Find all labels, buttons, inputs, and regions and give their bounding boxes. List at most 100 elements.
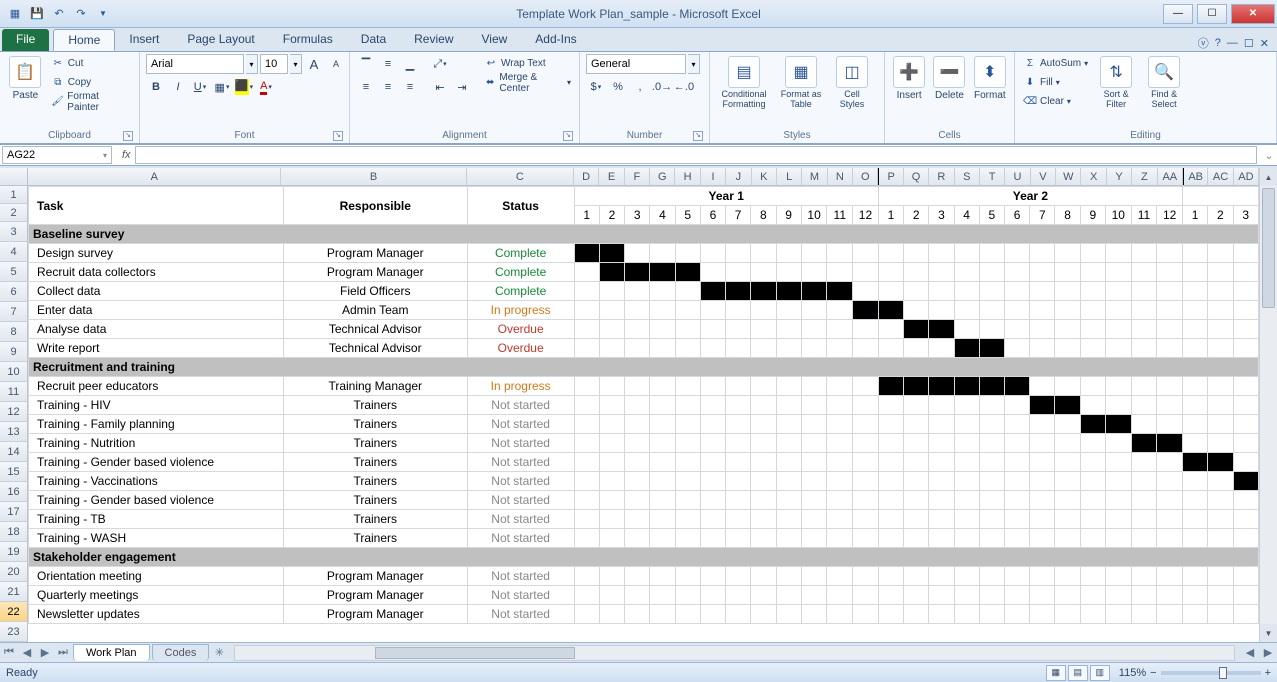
- gantt-cell[interactable]: [625, 377, 650, 396]
- gantt-cell[interactable]: [700, 434, 725, 453]
- col-header-H[interactable]: H: [675, 168, 700, 185]
- table-row[interactable]: Analyse dataTechnical AdvisorOverdue: [29, 320, 1259, 339]
- gantt-cell[interactable]: [751, 529, 776, 548]
- font-dialog-icon[interactable]: ↘: [333, 131, 343, 141]
- gantt-cell[interactable]: [700, 453, 725, 472]
- scroll-down-icon[interactable]: ▼: [1260, 624, 1277, 642]
- gantt-cell[interactable]: [1233, 301, 1259, 320]
- gantt-cell[interactable]: [1105, 586, 1131, 605]
- table-row[interactable]: Training - Family planningTrainersNot st…: [29, 415, 1259, 434]
- col-header-B[interactable]: B: [281, 168, 466, 185]
- gantt-cell[interactable]: [904, 472, 929, 491]
- gantt-cell[interactable]: [1131, 377, 1157, 396]
- gantt-cell[interactable]: [801, 320, 827, 339]
- gantt-cell[interactable]: [1157, 320, 1183, 339]
- gantt-cell[interactable]: [827, 396, 853, 415]
- gantt-cell[interactable]: [599, 472, 624, 491]
- minimize-ribbon-icon[interactable]: ⓥ: [1198, 35, 1209, 51]
- gantt-cell[interactable]: [979, 339, 1004, 358]
- format-painter-button[interactable]: 🖌Format Painter: [49, 92, 133, 111]
- gantt-cell[interactable]: [827, 605, 853, 624]
- gantt-cell[interactable]: [751, 567, 776, 586]
- gantt-cell[interactable]: [979, 320, 1004, 339]
- comma-button[interactable]: ,: [630, 77, 650, 97]
- workbook-restore-icon[interactable]: ☐: [1244, 37, 1254, 50]
- gantt-cell[interactable]: [776, 339, 801, 358]
- gantt-cell[interactable]: [776, 282, 801, 301]
- gantt-cell[interactable]: [751, 586, 776, 605]
- gantt-cell[interactable]: [853, 339, 879, 358]
- gantt-cell[interactable]: [1080, 263, 1105, 282]
- gantt-cell[interactable]: [1157, 510, 1183, 529]
- gantt-cell[interactable]: [1208, 244, 1233, 263]
- gantt-cell[interactable]: [1080, 605, 1105, 624]
- col-header-E[interactable]: E: [599, 168, 624, 185]
- gantt-cell[interactable]: [801, 605, 827, 624]
- gantt-cell[interactable]: [1005, 339, 1030, 358]
- gantt-cell[interactable]: [1233, 415, 1259, 434]
- gantt-cell[interactable]: [776, 396, 801, 415]
- col-header-N[interactable]: N: [828, 168, 853, 185]
- gantt-cell[interactable]: [751, 244, 776, 263]
- gantt-cell[interactable]: [1105, 377, 1131, 396]
- gantt-cell[interactable]: [1183, 244, 1208, 263]
- gantt-cell[interactable]: [929, 472, 954, 491]
- gantt-cell[interactable]: [751, 396, 776, 415]
- gantt-cell[interactable]: [1233, 434, 1259, 453]
- gantt-cell[interactable]: [599, 586, 624, 605]
- gantt-cell[interactable]: [1233, 491, 1259, 510]
- cell-responsible[interactable]: Trainers: [283, 472, 467, 491]
- gantt-cell[interactable]: [1105, 510, 1131, 529]
- gantt-cell[interactable]: [878, 586, 903, 605]
- number-format-dropdown-icon[interactable]: ▾: [688, 54, 700, 74]
- gantt-cell[interactable]: [979, 510, 1004, 529]
- gantt-cell[interactable]: [827, 491, 853, 510]
- gantt-cell[interactable]: [1005, 605, 1030, 624]
- shrink-font-button[interactable]: A: [326, 54, 346, 74]
- table-row[interactable]: Training - Gender based violenceTrainers…: [29, 491, 1259, 510]
- gantt-cell[interactable]: [700, 491, 725, 510]
- gantt-cell[interactable]: [776, 434, 801, 453]
- gantt-cell[interactable]: [853, 434, 879, 453]
- gantt-cell[interactable]: [827, 415, 853, 434]
- gantt-cell[interactable]: [1208, 529, 1233, 548]
- cell-task[interactable]: Collect data: [29, 282, 284, 301]
- redo-icon[interactable]: ↷: [72, 5, 90, 23]
- gantt-cell[interactable]: [904, 339, 929, 358]
- vscroll-thumb[interactable]: [1262, 188, 1275, 308]
- gantt-cell[interactable]: [751, 605, 776, 624]
- gantt-cell[interactable]: [1131, 301, 1157, 320]
- gantt-cell[interactable]: [1105, 567, 1131, 586]
- gantt-cell[interactable]: [700, 377, 725, 396]
- cell-task[interactable]: Training - HIV: [29, 396, 284, 415]
- increase-indent-button[interactable]: ⇥: [452, 77, 472, 97]
- gantt-cell[interactable]: [1055, 320, 1080, 339]
- gantt-cell[interactable]: [776, 605, 801, 624]
- gantt-cell[interactable]: [1055, 415, 1080, 434]
- gantt-cell[interactable]: [1030, 586, 1055, 605]
- gantt-cell[interactable]: [1080, 510, 1105, 529]
- gantt-cell[interactable]: [599, 605, 624, 624]
- table-row[interactable]: Collect dataField OfficersComplete: [29, 282, 1259, 301]
- gantt-cell[interactable]: [726, 377, 751, 396]
- gantt-cell[interactable]: [675, 434, 700, 453]
- gantt-cell[interactable]: [1030, 510, 1055, 529]
- gantt-cell[interactable]: [700, 415, 725, 434]
- gantt-cell[interactable]: [853, 529, 879, 548]
- gantt-cell[interactable]: [675, 605, 700, 624]
- gantt-cell[interactable]: [801, 339, 827, 358]
- decrease-indent-button[interactable]: ⇤: [430, 77, 450, 97]
- gantt-cell[interactable]: [675, 301, 700, 320]
- cell-responsible[interactable]: Trainers: [283, 491, 467, 510]
- gantt-cell[interactable]: [1131, 510, 1157, 529]
- gantt-cell[interactable]: [904, 605, 929, 624]
- percent-button[interactable]: %: [608, 77, 628, 97]
- gantt-cell[interactable]: [625, 320, 650, 339]
- gantt-cell[interactable]: [954, 415, 979, 434]
- gantt-cell[interactable]: [1055, 510, 1080, 529]
- cell-task[interactable]: Orientation meeting: [29, 567, 284, 586]
- gantt-cell[interactable]: [1233, 529, 1259, 548]
- gantt-cell[interactable]: [853, 244, 879, 263]
- gantt-cell[interactable]: [904, 529, 929, 548]
- gantt-cell[interactable]: [1131, 472, 1157, 491]
